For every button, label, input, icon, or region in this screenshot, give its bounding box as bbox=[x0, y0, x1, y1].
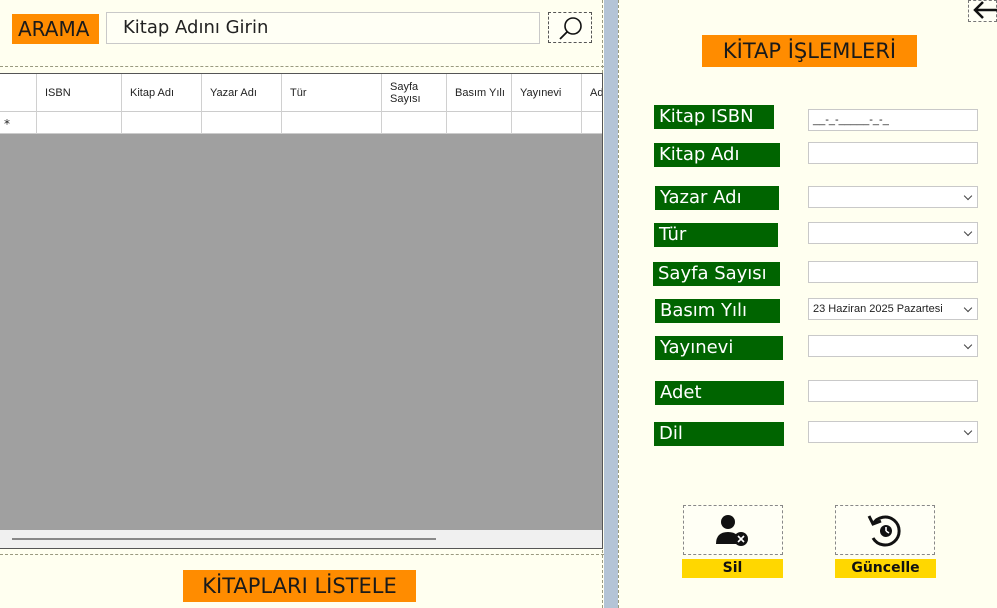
pages-field[interactable] bbox=[808, 261, 978, 283]
grid-header: ISBN Kitap Adı Yazar Adı Tür Sayfa Sayıs… bbox=[0, 74, 602, 112]
update-button[interactable] bbox=[835, 505, 935, 555]
isbn-field[interactable]: __-_-_____-_-_ bbox=[808, 109, 978, 131]
column-header-yayinevi[interactable]: Yayınevi bbox=[511, 74, 582, 112]
search-icon bbox=[559, 17, 582, 40]
column-header-isbn[interactable]: ISBN bbox=[36, 74, 122, 112]
search-input[interactable]: Kitap Adını Girin bbox=[106, 12, 540, 44]
delete-button[interactable] bbox=[683, 505, 783, 555]
table-cell[interactable] bbox=[381, 112, 447, 134]
splitter[interactable] bbox=[604, 0, 618, 608]
genre-select[interactable] bbox=[808, 222, 978, 244]
count-label: Adet bbox=[655, 381, 784, 405]
delete-label[interactable]: Sil bbox=[682, 559, 783, 578]
name-label: Kitap Adı bbox=[654, 143, 780, 167]
count-field[interactable] bbox=[808, 380, 978, 402]
language-label: Dil bbox=[654, 422, 784, 446]
divider-line bbox=[0, 554, 604, 555]
author-select[interactable] bbox=[808, 186, 978, 208]
genre-label: Tür bbox=[654, 223, 778, 247]
scrollbar-thumb[interactable] bbox=[12, 538, 436, 540]
horizontal-scrollbar[interactable] bbox=[0, 530, 602, 548]
isbn-label: Kitap ISBN bbox=[654, 105, 774, 129]
year-label: Basım Yılı bbox=[655, 299, 780, 323]
table-cell[interactable] bbox=[121, 112, 202, 134]
year-date-picker[interactable]: 23 Haziran 2025 Pazartesi bbox=[808, 298, 978, 320]
pages-label: Sayfa Sayısı bbox=[653, 262, 780, 286]
arrow-left-icon bbox=[973, 1, 997, 19]
column-header-adet[interactable]: Ad bbox=[581, 74, 602, 112]
language-select[interactable] bbox=[808, 421, 978, 443]
column-header-tur[interactable]: Tür bbox=[281, 74, 382, 112]
table-cell[interactable] bbox=[201, 112, 282, 134]
book-grid[interactable]: ISBN Kitap Adı Yazar Adı Tür Sayfa Sayıs… bbox=[0, 73, 603, 549]
publisher-label: Yayınevi bbox=[655, 336, 783, 360]
update-label[interactable]: Güncelle bbox=[835, 559, 936, 578]
form-title: KİTAP İŞLEMLERİ bbox=[702, 35, 917, 67]
list-books-button[interactable]: KİTAPLARI LİSTELE bbox=[183, 570, 416, 602]
publisher-select[interactable] bbox=[808, 335, 978, 357]
refresh-icon bbox=[867, 515, 901, 547]
search-label: ARAMA bbox=[12, 14, 99, 44]
search-button[interactable] bbox=[548, 12, 592, 43]
column-header-kitap-adi[interactable]: Kitap Adı bbox=[121, 74, 202, 112]
delete-user-icon bbox=[716, 515, 748, 546]
column-header-yazar-adi[interactable]: Yazar Adı bbox=[201, 74, 282, 112]
table-row[interactable]: * bbox=[0, 112, 602, 134]
table-cell[interactable] bbox=[36, 112, 122, 134]
table-cell[interactable] bbox=[281, 112, 382, 134]
divider-line bbox=[0, 66, 604, 67]
new-row-marker: * bbox=[4, 117, 10, 131]
column-header-sayfa-sayisi[interactable]: Sayfa Sayısı bbox=[381, 74, 447, 112]
name-field[interactable] bbox=[808, 142, 978, 164]
back-button[interactable] bbox=[968, 0, 997, 22]
author-label: Yazar Adı bbox=[655, 186, 779, 210]
column-header-basim-yili[interactable]: Basım Yılı bbox=[446, 74, 512, 112]
divider-line bbox=[618, 0, 619, 608]
table-cell[interactable] bbox=[581, 112, 602, 134]
table-cell[interactable] bbox=[446, 112, 512, 134]
table-cell[interactable] bbox=[511, 112, 582, 134]
